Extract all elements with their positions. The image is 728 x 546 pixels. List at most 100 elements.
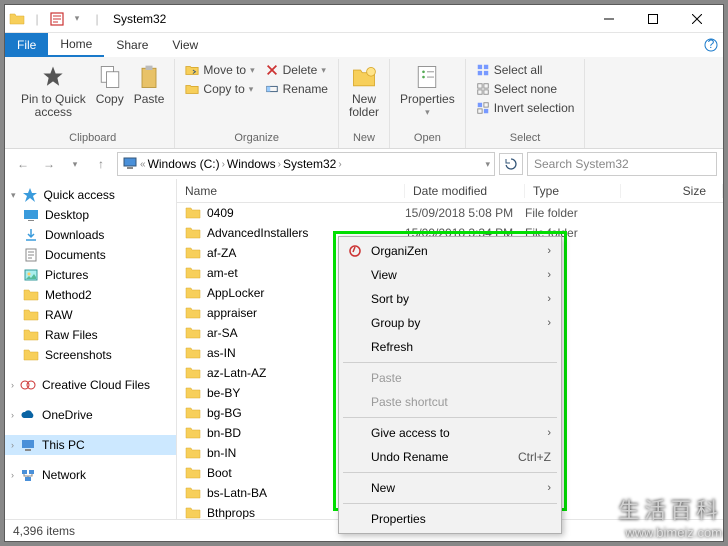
ribbon-group-organize: Move to▾ Copy to▾ Delete▾ Rename Organiz…: [175, 59, 339, 148]
address-bar-row: ← → ▾ ↑ « Windows (C:)› Windows› System3…: [5, 149, 723, 179]
file-name: appraiser: [207, 306, 257, 320]
select-none-button[interactable]: Select none: [472, 80, 579, 98]
group-label-organize: Organize: [181, 130, 332, 146]
qat-sep: |: [89, 11, 105, 27]
pin-label: Pin to Quick access: [21, 93, 86, 119]
maximize-button[interactable]: [631, 5, 675, 33]
side-method2[interactable]: Method2: [5, 285, 176, 305]
group-label-clipboard: Clipboard: [17, 130, 168, 146]
nav-forward-button[interactable]: →: [37, 152, 61, 176]
file-name: Bthprops: [207, 506, 255, 519]
ribbon-group-new: New folder New: [339, 59, 390, 148]
file-name: 0409: [207, 206, 234, 220]
paste-button[interactable]: Paste: [130, 61, 169, 108]
pc-icon: [122, 155, 138, 174]
side-thispc[interactable]: ›This PC: [5, 435, 176, 455]
ctx-separator: [343, 503, 557, 504]
column-headers: Name Date modified Type Size: [177, 179, 723, 203]
copy-to-button[interactable]: Copy to▾: [181, 80, 258, 98]
side-ccf[interactable]: ›Creative Cloud Files: [5, 375, 176, 395]
side-raw[interactable]: RAW: [5, 305, 176, 325]
window-controls: [587, 5, 719, 33]
nav-history-button[interactable]: ▾: [63, 152, 87, 176]
file-name: bn-IN: [207, 446, 236, 460]
file-name: AdvancedInstallers: [207, 226, 308, 240]
file-name: ar-SA: [207, 326, 238, 340]
ctx-organizen[interactable]: OrganiZen›: [341, 239, 559, 263]
copy-button[interactable]: Copy: [92, 61, 128, 108]
ctx-refresh[interactable]: Refresh: [341, 335, 559, 359]
watermark: 生活百科 www.bimeiz.com: [618, 493, 722, 540]
ctx-sort[interactable]: Sort by›: [341, 287, 559, 311]
ribbon-group-select: Select all Select none Invert selection …: [466, 59, 586, 148]
group-label-select: Select: [472, 130, 579, 146]
file-date: 15/09/2018 5:08 PM: [405, 206, 525, 220]
tab-file[interactable]: File: [5, 33, 48, 57]
ribbon-tabs: File Home Share View ?: [5, 33, 723, 57]
side-rawfiles[interactable]: Raw Files: [5, 325, 176, 345]
ctx-give-access[interactable]: Give access to›: [341, 421, 559, 445]
file-name: Boot: [207, 466, 232, 480]
nav-pane: ▾Quick access Desktop Downloads Document…: [5, 179, 177, 519]
context-menu: OrganiZen› View› Sort by› Group by› Refr…: [338, 236, 562, 534]
file-name: bn-BD: [207, 426, 241, 440]
ctx-paste: Paste: [341, 366, 559, 390]
rename-button[interactable]: Rename: [261, 80, 332, 98]
tab-view[interactable]: View: [160, 33, 210, 57]
side-network[interactable]: ›Network: [5, 465, 176, 485]
ctx-view[interactable]: View›: [341, 263, 559, 287]
crumb-0[interactable]: Windows (C:)›: [148, 157, 225, 171]
ctx-new[interactable]: New›: [341, 476, 559, 500]
side-documents[interactable]: Documents: [5, 245, 176, 265]
nav-up-button[interactable]: ↑: [89, 152, 113, 176]
help-button[interactable]: ?: [699, 33, 723, 57]
file-name: be-BY: [207, 386, 240, 400]
properties-button[interactable]: Properties▾: [396, 61, 459, 120]
file-name: bg-BG: [207, 406, 242, 420]
refresh-button[interactable]: [499, 153, 523, 175]
ctx-properties[interactable]: Properties: [341, 507, 559, 531]
col-name[interactable]: Name: [177, 184, 405, 198]
quick-access[interactable]: ▾Quick access: [5, 185, 176, 205]
address-bar[interactable]: « Windows (C:)› Windows› System32› ▾: [117, 152, 495, 176]
tab-share[interactable]: Share: [104, 33, 160, 57]
ctx-group[interactable]: Group by›: [341, 311, 559, 335]
file-name: as-IN: [207, 346, 236, 360]
side-onedrive[interactable]: ›OneDrive: [5, 405, 176, 425]
item-count: 4,396 items: [13, 524, 75, 538]
crumb-2[interactable]: System32›: [283, 157, 342, 171]
col-date[interactable]: Date modified: [405, 184, 525, 198]
titlebar: | ▾ | System32: [5, 5, 723, 33]
nav-back-button[interactable]: ←: [11, 152, 35, 176]
new-folder-button[interactable]: New folder: [345, 61, 383, 121]
move-to-button[interactable]: Move to▾: [181, 61, 258, 79]
ctx-undo-rename[interactable]: Undo RenameCtrl+Z: [341, 445, 559, 469]
side-screenshots[interactable]: Screenshots: [5, 345, 176, 365]
side-downloads[interactable]: Downloads: [5, 225, 176, 245]
side-desktop[interactable]: Desktop: [5, 205, 176, 225]
invert-selection-button[interactable]: Invert selection: [472, 99, 579, 117]
close-button[interactable]: [675, 5, 719, 33]
search-input[interactable]: Search System32: [527, 152, 717, 176]
delete-button[interactable]: Delete▾: [261, 61, 332, 79]
tab-home[interactable]: Home: [48, 33, 104, 57]
file-name: am-et: [207, 266, 238, 280]
properties-icon[interactable]: [49, 11, 65, 27]
minimize-button[interactable]: [587, 5, 631, 33]
svg-text:?: ?: [708, 38, 715, 51]
ctx-separator: [343, 472, 557, 473]
side-pictures[interactable]: Pictures: [5, 265, 176, 285]
col-type[interactable]: Type: [525, 184, 621, 198]
qat-dropdown-icon[interactable]: ▾: [69, 11, 85, 27]
file-row[interactable]: 040915/09/2018 5:08 PMFile folder: [177, 203, 723, 223]
file-name: AppLocker: [207, 286, 264, 300]
crumb-1[interactable]: Windows›: [227, 157, 281, 171]
pin-quick-access-button[interactable]: Pin to Quick access: [17, 61, 90, 121]
select-all-button[interactable]: Select all: [472, 61, 579, 79]
quick-access-toolbar: | ▾ |: [9, 11, 105, 27]
new-folder-label: New folder: [349, 93, 379, 119]
qat-sep: |: [29, 11, 45, 27]
col-size[interactable]: Size: [621, 184, 723, 198]
file-name: bs-Latn-BA: [207, 486, 267, 500]
addr-dropdown-icon[interactable]: ▾: [485, 159, 490, 170]
